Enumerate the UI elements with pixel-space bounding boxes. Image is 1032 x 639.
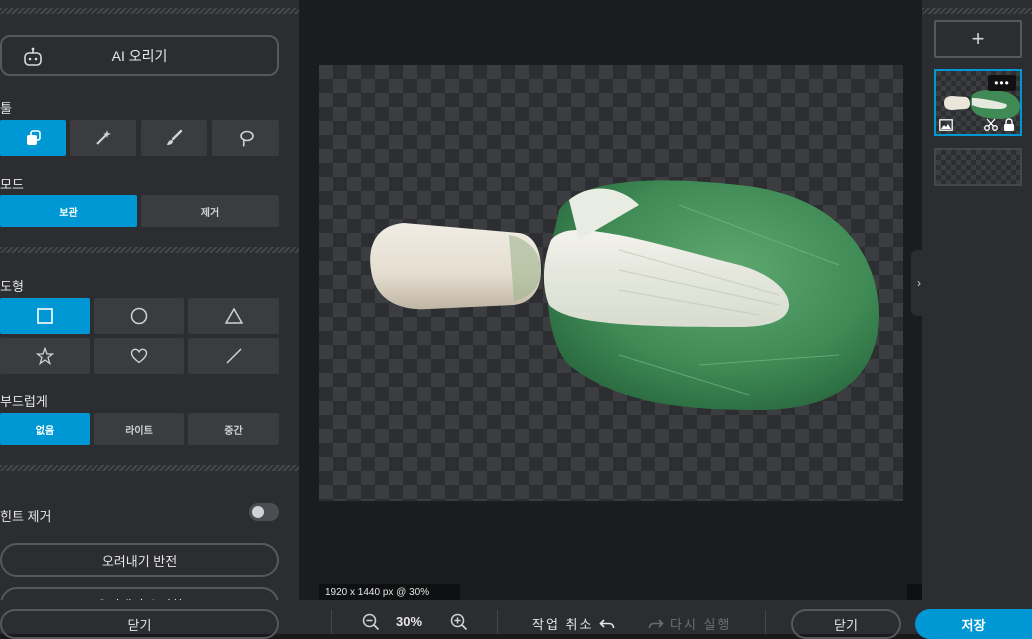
star-icon	[36, 347, 54, 365]
layer-more-button[interactable]: •••	[988, 75, 1016, 91]
tool-brush[interactable]	[141, 120, 207, 156]
close-button[interactable]: 닫기	[791, 609, 901, 639]
redo-button[interactable]: 다시 실행	[648, 614, 731, 633]
divider	[765, 610, 766, 634]
tools-label: 툴	[0, 101, 12, 116]
layer-thumbnail[interactable]: •••	[934, 69, 1022, 136]
hint-remove-label: 힌트 제거	[0, 509, 52, 524]
image-icon	[939, 119, 953, 131]
undo-button[interactable]: 작업 취소	[532, 614, 615, 633]
robot-icon	[24, 47, 42, 66]
ai-cutout-button[interactable]: AI 오리기	[0, 35, 279, 76]
undo-label: 작업 취소	[532, 617, 594, 632]
circle-icon	[130, 307, 148, 325]
square-icon	[37, 308, 53, 324]
divider	[0, 247, 299, 253]
close-label: 닫기	[834, 617, 858, 633]
scroll-corner	[907, 584, 922, 600]
save-label: 저장	[961, 617, 986, 633]
divider	[0, 8, 299, 14]
mode-remove-button[interactable]: 제거	[141, 195, 279, 227]
image-size-label: 1920 x 1440 px @ 30%	[319, 584, 460, 600]
redo-label: 다시 실행	[670, 617, 732, 632]
left-close-button[interactable]: 닫기	[0, 609, 279, 639]
invert-cutout-button[interactable]: 오려내기 반전	[0, 543, 279, 577]
zoom-value: 30%	[396, 614, 423, 629]
ai-cutout-label: AI 오리기	[111, 47, 168, 64]
lasso-icon	[239, 130, 254, 147]
divider	[0, 465, 299, 471]
divider	[331, 610, 332, 634]
feather-none-button[interactable]: 없음	[0, 413, 90, 445]
invert-cutout-label: 오려내기 반전	[101, 553, 178, 569]
feather-label: 부드럽게	[0, 394, 48, 409]
tool-eraser[interactable]	[0, 120, 66, 156]
chevron-right-icon: ›	[917, 276, 921, 290]
tool-magic-wand[interactable]	[70, 120, 136, 156]
redo-icon	[648, 618, 664, 628]
shape-line[interactable]	[188, 338, 279, 374]
bottom-toolbar: 닫기 30% 작업 취소 다시 실행 닫기 저장	[0, 600, 1032, 639]
plus-icon: +	[971, 26, 985, 51]
shape-square[interactable]	[0, 298, 90, 334]
scissors-icon	[984, 118, 998, 131]
feather-light-button[interactable]: 라이트	[94, 413, 184, 445]
mode-label: 모드	[0, 177, 24, 192]
cutout-image	[370, 180, 879, 410]
empty-layer-slot[interactable]	[934, 148, 1022, 186]
eraser-icon	[27, 130, 41, 145]
divider	[497, 610, 498, 634]
zoom-in-icon[interactable]	[450, 613, 468, 631]
tool-lasso[interactable]	[212, 120, 279, 156]
zoom-out-icon[interactable]	[362, 613, 380, 631]
brush-icon	[167, 129, 183, 145]
left-panel: AI 오리기 툴 모드 보관 제거 도형 부드럽게 없음 라이트 중간 힌트 제…	[0, 0, 299, 634]
triangle-icon	[224, 307, 243, 324]
shape-label: 도형	[0, 279, 24, 294]
layers-panel: + •••	[922, 0, 1032, 634]
add-layer-button[interactable]: +	[934, 20, 1022, 58]
line-icon	[225, 348, 242, 364]
mode-keep-button[interactable]: 보관	[0, 195, 137, 227]
save-button[interactable]: 저장	[915, 609, 1032, 639]
hint-remove-toggle[interactable]	[249, 503, 279, 521]
shape-heart[interactable]	[94, 338, 184, 374]
toggle-knob	[252, 506, 264, 518]
collapse-panel-button[interactable]: ›	[911, 250, 927, 316]
lock-icon	[1004, 118, 1014, 131]
left-close-label: 닫기	[127, 617, 152, 633]
undo-icon	[599, 618, 615, 628]
shape-triangle[interactable]	[188, 298, 279, 334]
canvas-area: 1920 x 1440 px @ 30%	[299, 0, 922, 600]
shape-circle[interactable]	[94, 298, 184, 334]
heart-icon	[130, 348, 148, 364]
divider	[922, 8, 1032, 14]
feather-medium-button[interactable]: 중간	[188, 413, 279, 445]
shape-star[interactable]	[0, 338, 90, 374]
image-canvas[interactable]	[319, 65, 903, 501]
magic-wand-icon	[96, 130, 111, 145]
